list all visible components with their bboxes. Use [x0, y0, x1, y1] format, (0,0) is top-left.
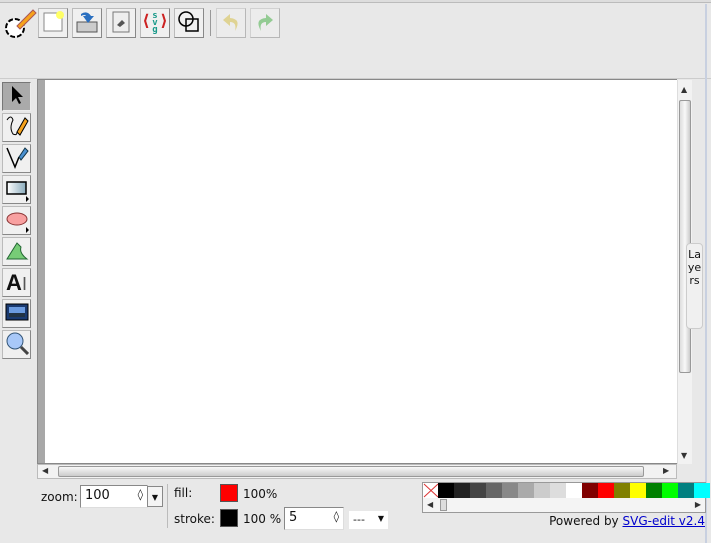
toolbar-separator	[210, 10, 211, 36]
palette-color-swatch[interactable]	[502, 483, 518, 498]
palette-color-swatch[interactable]	[662, 483, 678, 498]
palette-color-swatch[interactable]	[598, 483, 614, 498]
right-border	[705, 4, 707, 543]
layers-panel-tab[interactable]: Layers	[686, 243, 703, 329]
palette-color-swatch[interactable]	[470, 483, 486, 498]
spinner-icon[interactable]: ◊	[138, 488, 143, 501]
tool-line[interactable]	[2, 144, 31, 173]
pencil-icon	[5, 114, 29, 141]
tool-zoom[interactable]	[2, 330, 31, 359]
stroke-width-value: 5	[289, 510, 298, 525]
scroll-left-arrow[interactable]: ◀	[427, 500, 433, 509]
tool-path[interactable]	[2, 237, 31, 266]
undo-button[interactable]	[216, 8, 246, 38]
save-icon	[75, 10, 99, 37]
scroll-right-arrow[interactable]: ▶	[663, 466, 669, 475]
powered-by-text: Powered by	[549, 514, 619, 528]
stroke-label: stroke:	[174, 512, 215, 526]
palette-color-swatch[interactable]	[438, 483, 454, 498]
palette-color-swatch[interactable]	[694, 483, 710, 498]
new-image-button[interactable]	[38, 8, 68, 38]
flyout-arrow-icon	[26, 196, 29, 202]
spinner-icon[interactable]: ◊	[334, 510, 339, 523]
document-properties-button[interactable]	[106, 8, 136, 38]
tool-select[interactable]	[2, 82, 31, 111]
svg-edit-link[interactable]: SVG-edit v2.4	[623, 514, 706, 528]
redo-icon	[254, 11, 276, 36]
color-palette: ◀ ▶	[422, 482, 710, 513]
stroke-color-swatch[interactable]	[220, 509, 238, 527]
tool-pencil[interactable]	[2, 113, 31, 142]
fill-label: fill:	[174, 486, 193, 500]
palette-color-swatch[interactable]	[454, 483, 470, 498]
palette-color-swatch[interactable]	[566, 483, 582, 498]
palette-color-swatch[interactable]	[630, 483, 646, 498]
text-icon: AI	[6, 269, 27, 295]
scroll-up-arrow[interactable]: ▲	[681, 85, 687, 94]
chevron-down-icon: ▼	[377, 514, 384, 523]
zoom-dropdown-button[interactable]: ▼	[147, 486, 163, 507]
line-tool-icon	[5, 145, 29, 172]
tool-rectangle[interactable]	[2, 175, 31, 204]
palette-scroll-thumb[interactable]	[440, 499, 447, 511]
new-document-icon	[42, 10, 64, 36]
scroll-down-arrow[interactable]: ▼	[681, 451, 687, 460]
palette-color-swatch[interactable]	[678, 483, 694, 498]
horizontal-scroll-thumb[interactable]	[58, 466, 644, 477]
zoom-label: zoom:	[41, 490, 78, 504]
zoom-value: 100	[85, 488, 110, 503]
save-button[interactable]	[72, 8, 102, 38]
divider	[167, 484, 168, 528]
ellipse-icon	[6, 211, 28, 230]
tool-ellipse[interactable]	[2, 206, 31, 235]
no-color-swatch[interactable]	[423, 483, 439, 498]
palette-color-swatch[interactable]	[518, 483, 534, 498]
wireframe-icon	[177, 10, 201, 37]
palette-color-swatch[interactable]	[534, 483, 550, 498]
undo-icon	[220, 11, 242, 36]
stroke-opacity[interactable]: 100 %	[243, 512, 281, 526]
flyout-arrow-icon	[26, 227, 29, 233]
fill-opacity[interactable]: 100%	[243, 487, 277, 501]
stroke-width-input[interactable]: 5 ◊	[284, 507, 344, 530]
svg-source-button[interactable]: ⟨svg⟩	[140, 8, 170, 38]
palette-scrollbar[interactable]: ◀ ▶	[423, 498, 705, 512]
palette-color-swatch[interactable]	[582, 483, 598, 498]
palette-color-swatch[interactable]	[646, 483, 662, 498]
wireframe-button[interactable]	[174, 8, 204, 38]
palette-color-swatch[interactable]	[614, 483, 630, 498]
fill-color-swatch[interactable]	[220, 484, 238, 502]
stroke-dash-select[interactable]: --- ▼	[349, 511, 388, 529]
scroll-right-arrow[interactable]: ▶	[695, 500, 701, 509]
footer: Powered by SVG-edit v2.4	[549, 514, 705, 528]
tool-image[interactable]	[2, 299, 31, 328]
stroke-dash-value: ---	[353, 513, 365, 526]
rectangle-icon	[5, 180, 28, 199]
magnifier-icon	[5, 331, 29, 358]
scroll-left-arrow[interactable]: ◀	[42, 466, 48, 475]
tool-text[interactable]: AI	[2, 268, 31, 297]
image-icon	[5, 303, 29, 324]
palette-color-swatch[interactable]	[550, 483, 566, 498]
redo-button[interactable]	[250, 8, 280, 38]
vertical-scroll-thumb[interactable]	[679, 100, 691, 373]
zoom-input[interactable]: 100 ◊	[80, 485, 148, 508]
document-properties-icon	[111, 11, 131, 36]
svg-edit-logo-icon	[3, 6, 37, 40]
path-icon	[5, 239, 29, 264]
select-arrow-icon	[9, 85, 25, 108]
palette-color-swatch[interactable]	[486, 483, 502, 498]
top-border	[0, 0, 711, 3]
svg-canvas[interactable]	[45, 80, 677, 463]
svg-source-icon: ⟨svg⟩	[141, 10, 169, 35]
